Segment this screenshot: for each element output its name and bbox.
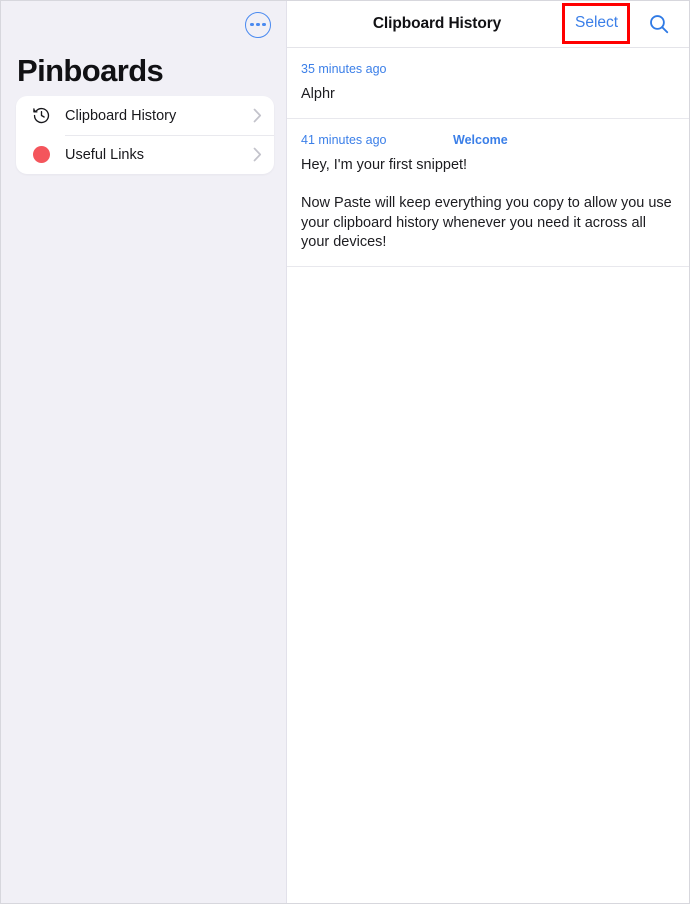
page-title: Pinboards [17, 53, 164, 88]
sidebar-item-clipboard-history[interactable]: Clipboard History [16, 96, 274, 135]
main-title: Clipboard History [372, 15, 502, 32]
snippet-timestamp: 41 minutes ago [301, 132, 387, 147]
main-header: Clipboard History Select [287, 1, 689, 48]
search-icon [650, 15, 669, 34]
snippet-paragraph: Now Paste will keep everything you copy … [301, 195, 672, 250]
snippet-paragraph: Hey, I'm your first snippet! [301, 156, 468, 173]
more-options-button[interactable] [245, 11, 271, 38]
sidebar: Pinboards Clipboard History Useful Links [1, 1, 287, 903]
ellipsis-icon [262, 22, 266, 27]
pinboard-list: Clipboard History Useful Links [16, 96, 274, 174]
red-dot-icon [30, 144, 52, 166]
search-button[interactable] [646, 11, 672, 37]
snippet-meta: 41 minutes ago Welcome [301, 133, 675, 147]
sidebar-item-label: Clipboard History [65, 107, 177, 124]
snippet-timestamp: 35 minutes ago [301, 62, 387, 76]
snippet-item[interactable]: 41 minutes ago Welcome Hey, I'm your fir… [287, 119, 689, 267]
sidebar-item-useful-links[interactable]: Useful Links [16, 135, 274, 174]
ellipsis-icon [256, 22, 260, 27]
chevron-right-icon [253, 108, 262, 123]
snippet-paragraph: Alphr [301, 86, 335, 102]
snippet-body: Hey, I'm your first snippet! Now Paste w… [301, 156, 675, 253]
sidebar-toolbar [1, 1, 286, 48]
snippet-tag: Welcome [453, 132, 508, 147]
history-clock-icon [30, 105, 52, 127]
snippet-meta: 35 minutes ago [301, 62, 675, 76]
snippet-item[interactable]: 35 minutes ago Alphr [287, 48, 689, 119]
select-button[interactable]: Select [575, 14, 618, 32]
clipboard-snippet-list: 35 minutes ago Alphr 41 minutes ago Welc… [287, 48, 689, 903]
app-window: Pinboards Clipboard History Useful Links… [0, 0, 690, 904]
chevron-right-icon [253, 147, 262, 162]
main-panel: Clipboard History Select 35 minutes ago … [287, 1, 689, 903]
ellipsis-icon [250, 22, 254, 27]
sidebar-item-label: Useful Links [65, 146, 144, 163]
snippet-body: Alphr [301, 85, 675, 105]
